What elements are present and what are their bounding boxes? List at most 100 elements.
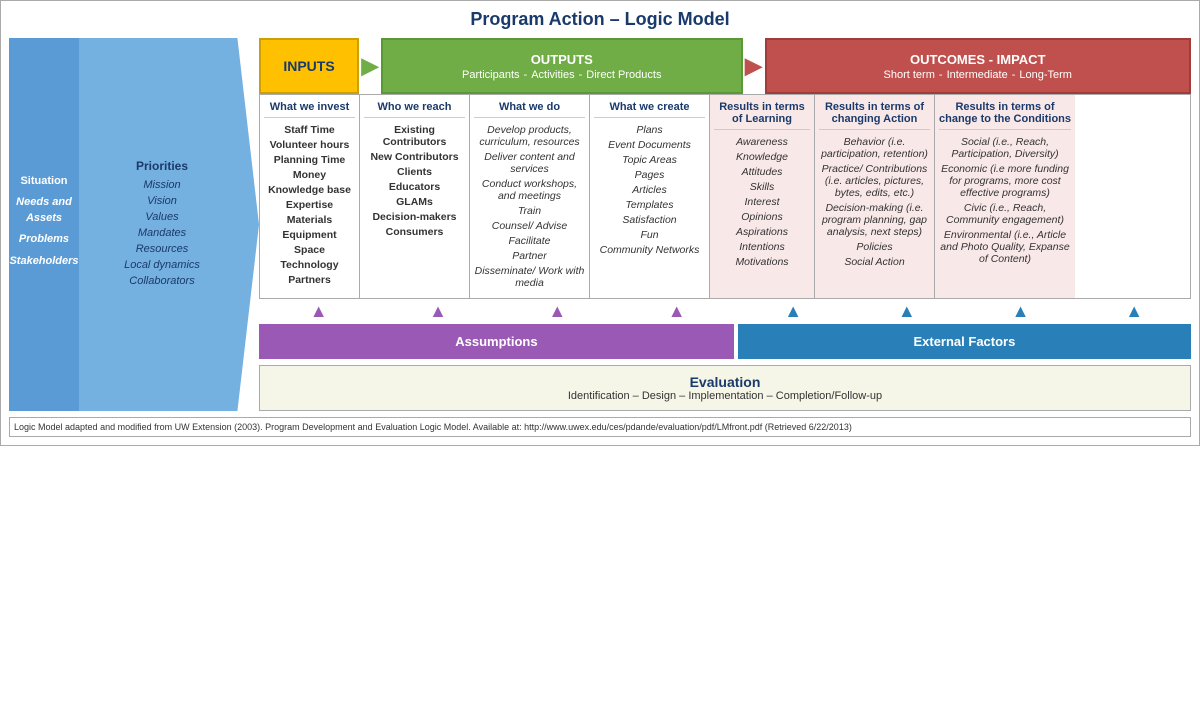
outcomes-sub-labels: Short term - Intermediate - Long-Term: [884, 69, 1072, 81]
outcomes-header: OUTCOMES - IMPACT Short term - Intermedi…: [765, 38, 1192, 94]
col-long-term: Results in terms of change to the Condit…: [935, 95, 1075, 298]
col-inter-header: Results in terms of changing Action: [819, 101, 930, 130]
input-item-8: Space: [264, 244, 355, 256]
outputs-sub-labels: Participants - Activities - Direct Produ…: [462, 69, 661, 81]
priorities-bg: Priorities Mission Vision Values Mandate…: [79, 38, 259, 411]
inter-item-2: Decision-making (i.e. program planning, …: [819, 202, 930, 238]
long-item-2: Civic (i.e., Reach, Community engagement…: [939, 202, 1071, 226]
outputs-dash2: -: [579, 69, 583, 81]
do-item-7: Disseminate/ Work with media: [474, 265, 585, 289]
create-item-1: Event Documents: [594, 139, 705, 151]
create-item-0: Plans: [594, 124, 705, 136]
short-item-3: Skills: [714, 181, 810, 193]
col-what-create: What we create Plans Event Documents Top…: [590, 95, 710, 298]
prio-collaborators: Collaborators: [95, 275, 229, 287]
input-item-5: Expertise: [264, 199, 355, 211]
create-item-8: Community Networks: [594, 244, 705, 256]
short-item-1: Knowledge: [714, 151, 810, 163]
col-long-header: Results in terms of change to the Condit…: [939, 101, 1071, 130]
eval-subtitle: Identification – Design – Implementation…: [268, 390, 1182, 402]
who-item-1: New Contributors: [364, 151, 465, 163]
prio-values: Values: [95, 211, 229, 223]
inputs-header: INPUTS: [259, 38, 359, 94]
prio-mandates: Mandates: [95, 227, 229, 239]
up-arrow-8: ▲: [1125, 301, 1143, 322]
input-item-2: Planning Time: [264, 154, 355, 166]
col-short-term: Results in terms of Learning Awareness K…: [710, 95, 815, 298]
input-item-4: Knowledge base: [264, 184, 355, 196]
do-item-1: Deliver content and services: [474, 151, 585, 175]
col-inputs: What we invest Staff Time Volunteer hour…: [260, 95, 360, 298]
logic-model-main: INPUTS ▶ OUTPUTS Participants - Activiti…: [259, 38, 1191, 411]
input-item-1: Volunteer hours: [264, 139, 355, 151]
page-container: Program Action – Logic Model Situation N…: [0, 0, 1200, 446]
prio-local: Local dynamics: [95, 259, 229, 271]
prio-vision: Vision: [95, 195, 229, 207]
do-item-5: Facilitate: [474, 235, 585, 247]
problems: Problems: [9, 232, 78, 247]
who-item-2: Clients: [364, 166, 465, 178]
col-intermediate: Results in terms of changing Action Beha…: [815, 95, 935, 298]
needs-assets: Needs and Assets: [9, 195, 78, 226]
up-arrow-6: ▲: [898, 301, 916, 322]
situation-col: Situation Needs and Assets Problems Stak…: [9, 38, 79, 411]
create-item-7: Fun: [594, 229, 705, 241]
create-item-3: Pages: [594, 169, 705, 181]
up-arrow-7: ▲: [1012, 301, 1030, 322]
evaluation-bar: Evaluation Identification – Design – Imp…: [259, 365, 1191, 411]
external-arrows: ▲ ▲ ▲ ▲: [736, 301, 1191, 322]
priorities-arrow: Priorities Mission Vision Values Mandate…: [79, 38, 259, 411]
outcomes-dash1: -: [939, 69, 943, 81]
create-item-2: Topic Areas: [594, 154, 705, 166]
outputs-participants: Participants: [462, 69, 519, 81]
outputs-activities: Activities: [531, 69, 574, 81]
priorities-label: Priorities: [95, 159, 229, 173]
long-item-1: Economic (i.e more funding for programs,…: [939, 163, 1071, 199]
inter-item-0: Behavior (i.e. participation, retention): [819, 136, 930, 160]
outcomes-label: OUTCOMES - IMPACT: [910, 52, 1046, 67]
col-inputs-header: What we invest: [264, 101, 355, 118]
create-item-5: Templates: [594, 199, 705, 211]
arrow-inputs-outputs: ▶: [359, 38, 381, 94]
short-item-5: Opinions: [714, 211, 810, 223]
arrow-outputs-outcomes: ▶: [743, 38, 765, 94]
short-item-4: Interest: [714, 196, 810, 208]
outputs-label: OUTPUTS: [531, 52, 593, 67]
col-what-create-header: What we create: [594, 101, 705, 118]
up-arrow-5: ▲: [784, 301, 802, 322]
stakeholders: Stakeholders: [9, 254, 78, 269]
left-context: Situation Needs and Assets Problems Stak…: [9, 38, 259, 411]
who-item-3: Educators: [364, 181, 465, 193]
right-arrow-icon: ▶: [362, 53, 379, 79]
long-item-0: Social (i.e., Reach, Participation, Dive…: [939, 136, 1071, 160]
short-item-6: Aspirations: [714, 226, 810, 238]
input-item-0: Staff Time: [264, 124, 355, 136]
do-item-3: Train: [474, 205, 585, 217]
who-item-0: Existing Contributors: [364, 124, 465, 148]
outputs-dash1: -: [524, 69, 528, 81]
do-item-0: Develop products, curriculum, resources: [474, 124, 585, 148]
assumptions-bar: Assumptions: [259, 324, 734, 359]
eval-title: Evaluation: [268, 374, 1182, 390]
who-item-6: Consumers: [364, 226, 465, 238]
bottom-bars: Assumptions External Factors: [259, 324, 1191, 359]
outcomes-dash2: -: [1012, 69, 1016, 81]
assumptions-label: Assumptions: [455, 334, 537, 349]
outcomes-long: Long-Term: [1019, 69, 1072, 81]
bottom-arrows-row: ▲ ▲ ▲ ▲ ▲ ▲ ▲ ▲: [259, 301, 1191, 322]
short-item-2: Attitudes: [714, 166, 810, 178]
up-arrow-3: ▲: [548, 301, 566, 322]
input-item-6: Materials: [264, 214, 355, 226]
input-item-3: Money: [264, 169, 355, 181]
do-item-4: Counsel/ Advise: [474, 220, 585, 232]
short-item-0: Awareness: [714, 136, 810, 148]
columns-body: What we invest Staff Time Volunteer hour…: [259, 94, 1191, 299]
do-item-2: Conduct workshops, and meetings: [474, 178, 585, 202]
external-bar: External Factors: [738, 324, 1191, 359]
inter-item-1: Practice/ Contributions (i.e. articles, …: [819, 163, 930, 199]
create-item-6: Satisfaction: [594, 214, 705, 226]
col-what-do-header: What we do: [474, 101, 585, 118]
input-item-7: Equipment: [264, 229, 355, 241]
outcomes-inter: Intermediate: [947, 69, 1008, 81]
situation-label: Situation: [9, 174, 78, 189]
